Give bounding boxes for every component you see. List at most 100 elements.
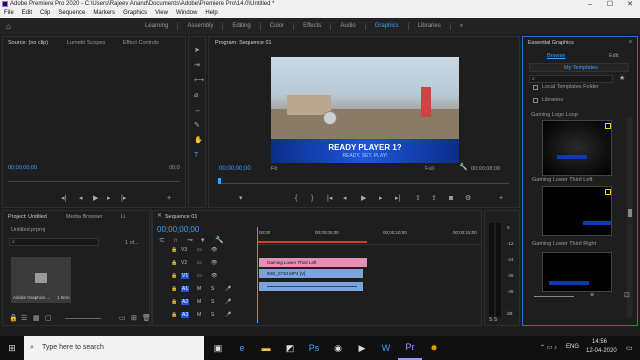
photoshop-icon[interactable]: Ps	[302, 336, 326, 360]
list-view-icon[interactable]: ☰	[21, 315, 27, 322]
toggle-sync-icon[interactable]: 🔒	[171, 247, 177, 253]
media-player-icon[interactable]: ▶	[350, 336, 374, 360]
taskbar-clock-time[interactable]: 14:56	[592, 339, 607, 345]
menu-clip[interactable]: Clip	[40, 9, 50, 18]
forward-icon[interactable]: ▸	[107, 195, 111, 202]
play-icon[interactable]: ▶	[361, 195, 366, 202]
menu-markers[interactable]: Markers	[93, 9, 115, 18]
sync-lock-icon[interactable]: ▭	[197, 247, 202, 253]
sync-lock-icon[interactable]: ▭	[197, 273, 202, 279]
eye-icon[interactable]: 👁	[211, 273, 217, 279]
mute-button[interactable]: M	[197, 312, 201, 318]
toggle-sync-icon[interactable]: 🔒	[171, 260, 177, 266]
toggle-sync-icon[interactable]: 🔒	[171, 299, 177, 305]
toggle-sync-icon[interactable]: 🔒	[171, 312, 177, 318]
in-point-icon[interactable]: {	[295, 195, 297, 202]
razor-tool-icon[interactable]: ⌀	[194, 92, 198, 99]
template-source-dropdown[interactable]: My Templates	[529, 63, 629, 72]
word-icon[interactable]: W	[374, 336, 398, 360]
menu-file[interactable]: File	[4, 9, 14, 18]
microphone-icon[interactable]: 🎤	[225, 299, 231, 305]
windows-logo-icon[interactable]: ⊞	[0, 336, 24, 360]
workspace-assembly[interactable]: Assembly	[178, 18, 222, 34]
add-button-icon[interactable]: +	[499, 195, 503, 202]
eye-icon[interactable]: 👁	[211, 247, 217, 253]
sequence-timecode[interactable]: 00;00;00;00	[157, 225, 199, 234]
video-clip[interactable]: IMG_0733.MP4 [V]	[259, 269, 363, 278]
menu-edit[interactable]: Edit	[22, 9, 32, 18]
workspace-learning[interactable]: Learning	[136, 18, 177, 34]
play-icon[interactable]: ▶	[93, 195, 98, 202]
notification-icon[interactable]: ▭	[626, 344, 633, 352]
maximize-button[interactable]: ☐	[600, 0, 620, 9]
delete-icon[interactable]: 🗑	[142, 315, 151, 322]
quality-dropdown[interactable]: Full	[425, 166, 434, 172]
lock-icon[interactable]: 🔒	[9, 315, 18, 322]
microphone-icon[interactable]: 🎤	[225, 312, 231, 318]
store-icon[interactable]: ◩	[278, 336, 302, 360]
libraries-checkbox[interactable]	[533, 98, 538, 103]
template-thumbnail-lower-third-right[interactable]	[542, 252, 612, 292]
step-back-icon[interactable]: ◂	[343, 195, 347, 202]
workspace-libraries[interactable]: Libraries	[409, 18, 450, 34]
local-templates-checkbox[interactable]	[533, 85, 538, 90]
graphic-clip[interactable]: Gaming Lower Third Left	[259, 258, 367, 267]
hand-tool-icon[interactable]: ✋	[194, 137, 203, 144]
workspace-graphics[interactable]: Graphics	[366, 18, 408, 34]
template-thumbnail-logo-loop[interactable]	[542, 120, 612, 176]
fit-dropdown[interactable]: Fit	[271, 166, 277, 172]
template-thumbnail-lower-third-left[interactable]	[542, 186, 612, 236]
linked-selection-icon[interactable]: ⊸	[187, 237, 193, 244]
tab-project[interactable]: Project: Untitled	[8, 214, 47, 220]
rewind-icon[interactable]: ◂	[79, 195, 83, 202]
scrollbar-thumb[interactable]	[628, 209, 632, 217]
install-template-icon[interactable]: ⊡	[624, 292, 630, 299]
wrench-icon[interactable]: 🔧	[459, 164, 468, 171]
program-timecode[interactable]: 00;00;00;00	[219, 166, 251, 172]
minimize-button[interactable]: –	[580, 0, 600, 9]
solo-button[interactable]: S	[211, 299, 214, 305]
lift-icon[interactable]: ⇧	[415, 195, 421, 202]
workspace-overflow[interactable]: »	[451, 18, 472, 34]
track-select-icon[interactable]: ⇥	[194, 62, 200, 69]
settings-icon[interactable]: ⚙	[465, 195, 471, 202]
premiere-pro-icon[interactable]: Pr	[398, 336, 422, 360]
graphics-search-input[interactable]: ⌕	[529, 75, 613, 83]
timeline-playhead[interactable]	[257, 227, 258, 323]
step-forward-icon[interactable]: ▸	[379, 195, 383, 202]
workspace-audio[interactable]: Audio	[331, 18, 364, 34]
solo-button[interactable]: S	[211, 286, 214, 292]
icon-view-icon[interactable]: ▦	[33, 315, 40, 322]
bin-thumbnail[interactable]: Adobe Graphics ... 1 Item	[11, 257, 71, 303]
chrome-icon[interactable]: ◉	[326, 336, 350, 360]
file-explorer-icon[interactable]: ▬	[254, 336, 278, 360]
step-back-icon[interactable]: ◂|	[61, 195, 66, 202]
taskbar-search-box[interactable]: ⌕ Type here to search	[24, 336, 204, 360]
workspace-effects[interactable]: Effects	[294, 18, 330, 34]
app-icon[interactable]: ✸	[422, 336, 446, 360]
meter-solo-buttons[interactable]: S S	[489, 317, 497, 323]
workspace-editing[interactable]: Editing	[223, 18, 259, 34]
source-scrubber[interactable]	[8, 181, 180, 182]
tab-browse[interactable]: Browse	[547, 53, 565, 59]
templates-scrollbar[interactable]	[627, 117, 633, 317]
tray-icons[interactable]: ⌃ ▭ ♪	[540, 344, 557, 351]
selection-tool-icon[interactable]: ➤	[194, 47, 200, 54]
add-marker-icon[interactable]: ▾	[201, 237, 205, 244]
time-ruler[interactable]: 00;00 00;00;05;00 00;00;10;00 00;00;15;0…	[257, 227, 481, 245]
step-forward-icon[interactable]: |▸	[121, 195, 126, 202]
sort-icon[interactable]: ≡	[590, 292, 594, 299]
tab-edit[interactable]: Edit	[609, 53, 618, 59]
tab-media-browser[interactable]: Media Browser	[66, 214, 103, 220]
edge-icon[interactable]: e	[230, 336, 254, 360]
toggle-sync-icon[interactable]: 🔒	[171, 273, 177, 279]
language-indicator[interactable]: ENG	[566, 344, 579, 350]
new-bin-icon[interactable]: ▭	[119, 315, 126, 322]
menu-help[interactable]: Help	[205, 9, 217, 18]
star-icon[interactable]: ★	[619, 75, 625, 82]
audio-clip[interactable]	[259, 282, 363, 291]
home-icon[interactable]: ⌂	[6, 22, 66, 31]
nest-toggle-icon[interactable]: ⊂	[159, 237, 165, 244]
taskbar-clock-date[interactable]: 12-04-2020	[586, 348, 617, 354]
menu-window[interactable]: Window	[176, 9, 197, 18]
